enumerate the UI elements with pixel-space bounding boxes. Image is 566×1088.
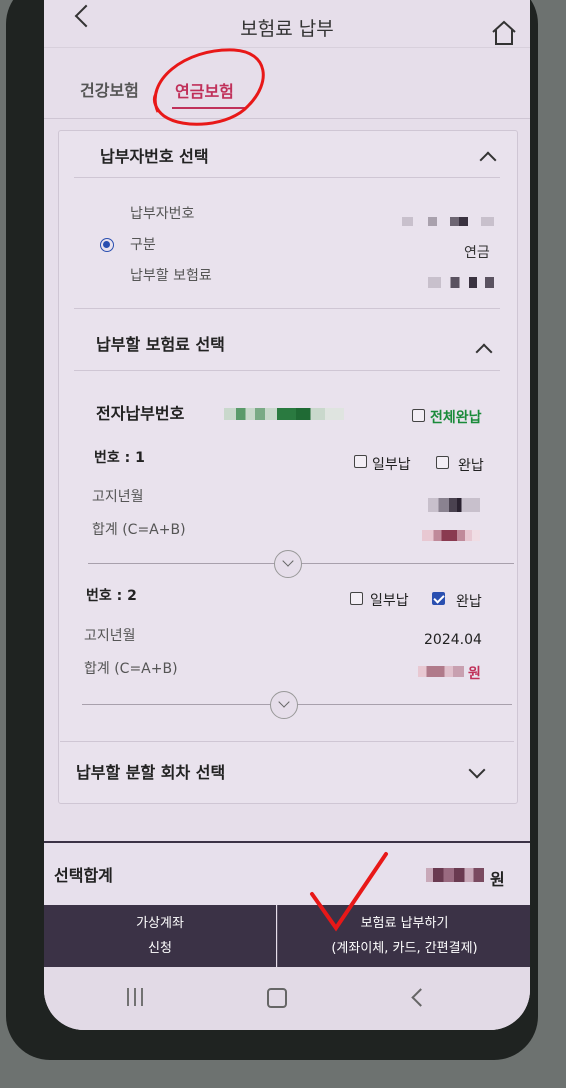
phone-frame: 보험료 납부 건강보험 연금보험 납부자번호 선택 납부자번호 구분 납부할 보… (6, 0, 538, 1060)
section-installment-title: 납부할 분할 회차 선택 (76, 763, 226, 782)
payer-radio[interactable] (100, 238, 114, 252)
item-1-number: 번호 : 1 (94, 450, 145, 466)
type-value: 연금 (464, 245, 490, 261)
app-screen: 보험료 납부 건강보험 연금보험 납부자번호 선택 납부자번호 구분 납부할 보… (44, 0, 530, 1030)
full-pay-all-label[interactable]: 전체완납 (430, 407, 482, 427)
tab-health-insurance[interactable]: 건강보험 (80, 77, 139, 101)
summary-label: 선택합계 (54, 866, 113, 885)
home-icon[interactable] (490, 20, 518, 46)
item-1-partial-checkbox[interactable] (354, 455, 367, 468)
payer-no-masked (402, 217, 494, 226)
virtual-account-line2: 신청 (148, 941, 172, 956)
item-1-month-masked (428, 498, 480, 512)
amount-masked (428, 277, 494, 288)
red-circle-annotation (152, 48, 265, 126)
item-2-number: 번호 : 2 (86, 588, 137, 604)
recent-apps-icon[interactable] (124, 986, 146, 1008)
item-2-month-value: 2024.04 (424, 632, 482, 648)
page-title: 보험료 납부 (240, 18, 334, 40)
amount-label: 납부할 보험료 (130, 268, 212, 284)
item-1-full-checkbox[interactable] (436, 456, 449, 469)
item-1-total-label: 합계 (C=A+B) (92, 522, 186, 538)
item-1-month-label: 고지년월 (92, 489, 144, 505)
epay-number-masked (224, 408, 344, 420)
item-2-full-label[interactable]: 완납 (456, 591, 482, 611)
item-1-full-label[interactable]: 완납 (458, 455, 484, 475)
item-2-total-label: 합계 (C=A+B) (84, 661, 178, 677)
full-pay-all-checkbox[interactable] (412, 409, 425, 422)
red-checkmark-annotation (310, 852, 388, 932)
summary-unit: 원 (490, 870, 505, 889)
item-1-total-masked (422, 530, 480, 541)
item-2-total-masked (418, 666, 464, 677)
item-2-expand-button[interactable] (270, 691, 298, 719)
item-1-expand-button[interactable] (274, 550, 302, 578)
item-1-partial-label[interactable]: 일부납 (372, 454, 411, 474)
payer-no-label: 납부자번호 (130, 206, 195, 222)
virtual-account-button[interactable]: 가상계좌 신청 (44, 905, 276, 967)
item-2-partial-label[interactable]: 일부납 (370, 590, 409, 610)
section-premium-title: 납부할 보험료 선택 (96, 335, 225, 354)
item-2-full-checkbox[interactable] (432, 592, 445, 605)
epay-number-label: 전자납부번호 (96, 404, 185, 423)
type-label: 구분 (130, 237, 156, 253)
summary-total-masked (426, 868, 484, 882)
section-payer-title: 납부자번호 선택 (100, 147, 209, 166)
item-2-month-label: 고지년월 (84, 628, 136, 644)
system-nav-bar (44, 967, 530, 1030)
virtual-account-line1: 가상계좌 (136, 916, 184, 931)
item-2-total-unit: 원 (468, 666, 481, 682)
item-2-partial-checkbox[interactable] (350, 592, 363, 605)
home-button-icon[interactable] (267, 988, 287, 1008)
pay-premium-line2: (계좌이체, 카드, 간편결제) (331, 941, 478, 956)
